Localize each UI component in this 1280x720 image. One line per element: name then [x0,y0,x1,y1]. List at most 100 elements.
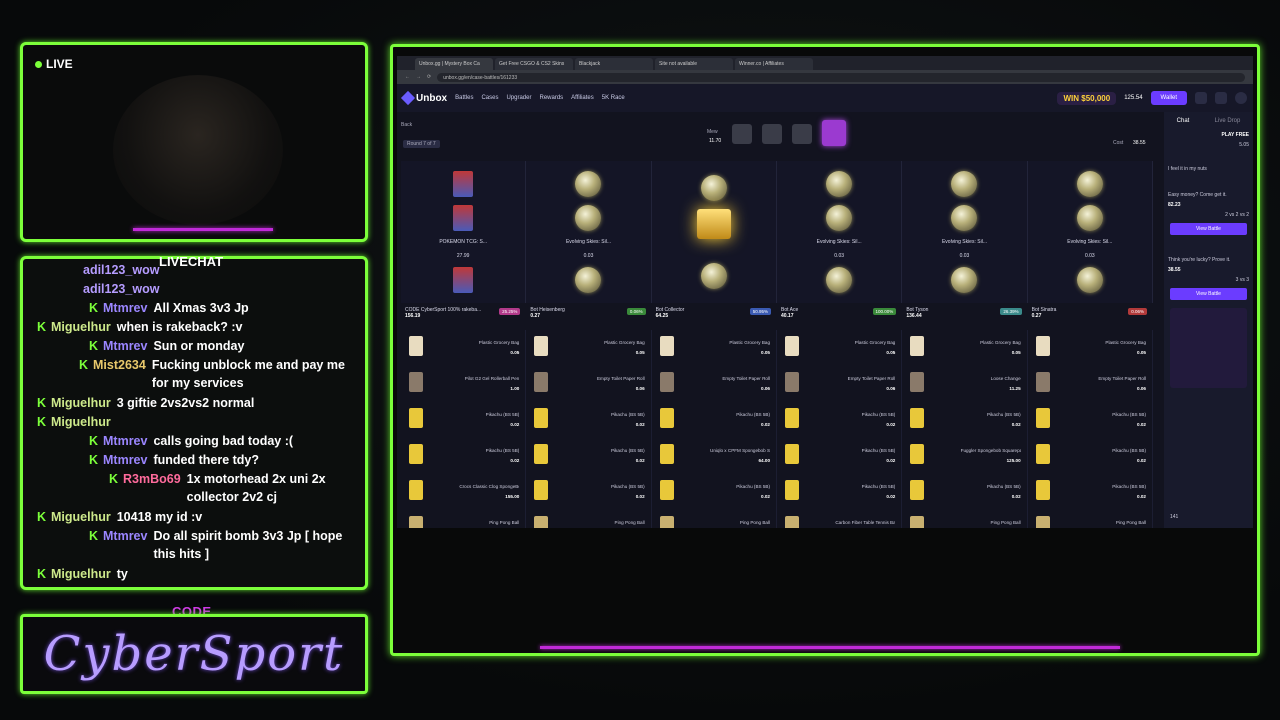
item-cell[interactable]: Pikachu (BS 5B) 0.02 [526,474,652,510]
item-thumbnail [910,516,925,528]
case-icon-active[interactable] [822,120,846,146]
item-cell[interactable]: Pikachu (BS 5B) 0.02 [902,402,1028,438]
url-field[interactable]: unbox.gg/en/case-battles/161233 [437,72,1245,82]
item-cell[interactable]: Pikachu (BS 5B) 0.02 [526,402,652,438]
chat-username: Miguelhur [51,510,111,524]
player-percent-badge: 100.00% [872,308,897,315]
item-cell[interactable]: Uniqlo x CPFM Spongebob Square... 64.00 [652,438,777,474]
chat-username: Mtmrev [103,339,148,353]
item-name: Ping Pong Ball [990,520,1021,525]
item-thumbnail [534,408,549,428]
item-cell[interactable]: Carbon Fiber Table Tennis Bat Ca... [777,510,903,528]
item-cell[interactable]: Plastic Grocery Bag 0.05 [1028,330,1153,366]
item-name: Pikachu (BS 5B) [610,412,645,417]
case-icon-3[interactable] [792,124,812,144]
chat-sidebar: Chat Live Drop PLAY FREE 5.05 I feel it … [1164,112,1253,528]
item-cell[interactable]: Pikachu (BS 5B) 0.02 [777,474,903,510]
item-cell[interactable]: Pikachu (BS 5B) 0.02 [526,438,652,474]
item-cell[interactable]: Ping Pong Ball [401,510,527,528]
item-cell[interactable]: Ping Pong Ball [652,510,777,528]
nav-upgrader[interactable]: Upgrader [506,95,531,101]
item-cell[interactable]: Plastic Grocery Bag 0.05 [902,330,1028,366]
forward-arrow-icon[interactable]: → [416,74,421,80]
browser-tab[interactable]: Winner.co | Affiliates [735,58,813,70]
nav-5k-race[interactable]: 5K Race [602,95,625,101]
tab-chat[interactable]: Chat [1177,118,1190,124]
item-price: 0.02 [510,422,520,427]
player-card[interactable]: Bot Collector 64.25 50.95% [652,305,777,329]
live-drop-card[interactable] [1170,308,1247,388]
item-cell[interactable]: Plastic Grocery Bag 0.05 [777,330,903,366]
item-cell[interactable]: Ping Pong Ball [902,510,1028,528]
item-cell[interactable]: Pikachu (BS 5B) 0.02 [1028,438,1153,474]
browser-tab[interactable]: Get Free CSGO & CS2 Skins [495,58,573,70]
case-icon-2[interactable] [762,124,782,144]
item-cell[interactable]: Empty Toilet Paper Roll 0.06 [1028,366,1153,402]
item-cell[interactable]: Pikachu (BS 5B) 0.02 [401,402,527,438]
side-price-1: 82.23 [1168,202,1181,208]
win-badge[interactable]: WIN $50,000 [1057,91,1117,105]
item-thumbnail [910,444,925,464]
case-icon-1[interactable] [732,124,752,144]
item-cell[interactable]: Pikachu (BS 5B) 0.02 [1028,402,1153,438]
wallet-button[interactable]: Wallet [1150,91,1187,105]
nav-cases[interactable]: Cases [481,95,498,101]
browser-tab[interactable]: Unbox.gg | Mystery Box Ca [415,58,493,70]
item-price: 0.02 [1011,494,1021,499]
reload-icon[interactable]: ⟳ [427,74,431,80]
item-cell[interactable]: Pikachu (BS 5B) 0.02 [777,438,903,474]
player-card[interactable]: Bot Tyson 136.44 26.39% [902,305,1027,329]
back-link[interactable]: Back [401,122,412,128]
nav-rewards[interactable]: Rewards [539,95,563,101]
webcam-feed [113,75,283,225]
player-card[interactable]: Bot Ace 40.17 100.00% [777,305,902,329]
item-cell[interactable]: Pikachu (BS 5B) 0.02 [1028,474,1153,510]
chat-message: K Miguelhur ty [37,565,353,583]
item-thumbnail [534,372,549,392]
item-cell[interactable]: Pikachu (BS 5B) 0.02 [401,438,527,474]
player-percent-badge: 0.06% [1128,308,1147,315]
item-cell[interactable]: Ping Pong Ball [526,510,652,528]
nav-affiliates[interactable]: Affiliates [571,95,594,101]
item-cell[interactable]: Loose Change 11.25 [902,366,1028,402]
player-card[interactable]: Bot Sinatra 0.27 0.06% [1028,305,1153,329]
notification-icon[interactable] [1215,92,1227,104]
item-name: Ping Pong Ball [489,520,520,525]
item-cell[interactable]: Pikachu (BS 5B) 0.02 [902,474,1028,510]
item-cell[interactable]: Pikachu (BS 5B) 0.02 [652,402,777,438]
site-nav: Unbox Battles Cases Upgrader Rewards Affilia… [397,84,1253,112]
item-cell[interactable]: Empty Toilet Paper Roll 0.06 [777,366,903,402]
tab-live-drop[interactable]: Live Drop [1215,118,1241,124]
play-free-value: 5.05 [1239,142,1249,148]
back-arrow-icon[interactable]: ← [405,74,410,80]
view-battle-button-2[interactable]: View Battle [1170,288,1247,300]
site-logo[interactable]: Unbox [400,90,447,106]
player-card[interactable]: CODE CyberSport 100% rakeba... 156.19 25.2… [401,305,526,329]
item-name: Ping Pong Ball [614,520,645,525]
online-count: 141 [1170,514,1179,520]
item-cell[interactable]: Plastic Grocery Bag 0.05 [401,330,527,366]
item-cell[interactable]: Ping Pong Ball [1028,510,1153,528]
item-thumbnail [785,408,799,428]
browser-tab[interactable]: Site not available [655,58,733,70]
item-cell[interactable]: Empty Toilet Paper Roll 0.06 [526,366,652,402]
item-cell[interactable]: Empty Toilet Paper Roll 0.06 [652,366,777,402]
item-cell[interactable]: Plastic Grocery Bag 0.05 [652,330,777,366]
item-cell[interactable]: Pilot G2 Gel Rollerball Pen 1.00 [401,366,527,402]
view-battle-button-1[interactable]: View Battle [1170,223,1247,235]
item-cell[interactable]: Pikachu (BS 5B) 0.02 [652,474,777,510]
item-cell[interactable]: Plastic Grocery Bag 0.05 [526,330,652,366]
play-free-label[interactable]: PLAY FREE [1164,130,1253,140]
item-cell[interactable]: Crocs Classic Clog SpongeBob Sq... 155.00 [401,474,527,510]
cart-icon[interactable] [1195,92,1207,104]
chat-username: Miguelhur [51,320,111,334]
item-cell[interactable]: Pikachu (BS 5B) 0.02 [777,402,903,438]
browser-tab[interactable]: Blackjack [575,58,653,70]
nav-battles[interactable]: Battles [455,95,473,101]
chat-username: Miguelhur [51,567,111,581]
player-card[interactable]: Bot Heisenberg 0.27 0.06% [526,305,651,329]
avatar[interactable] [1235,92,1247,104]
item-name: Pikachu (BS 5B) [1112,448,1146,453]
item-thumbnail [659,372,674,392]
item-cell[interactable]: Fuggler Spongebob Squarepants ... 125.00 [902,438,1028,474]
